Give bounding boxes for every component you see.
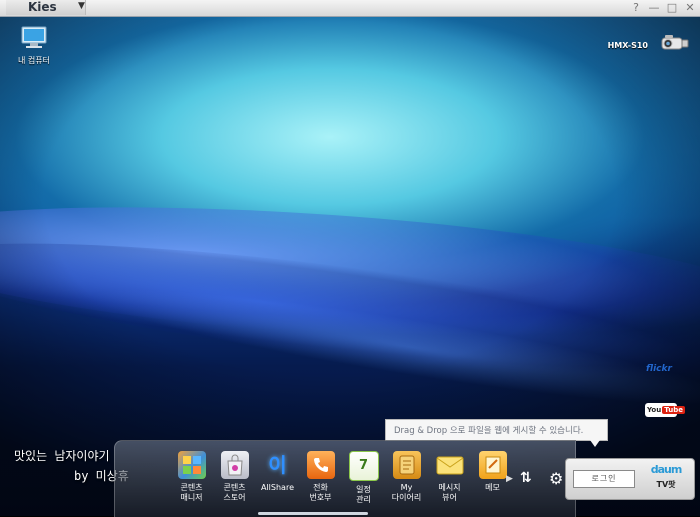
- flickr-icon[interactable]: flickr: [646, 364, 672, 374]
- dock-item-phonebook[interactable]: 전화 번호부: [299, 451, 342, 505]
- dock-item-content-manager[interactable]: 콘텐츠 매니저: [170, 451, 213, 505]
- dock-item-my-diary[interactable]: My 다이어리: [385, 451, 428, 505]
- flickr-label: flickr: [646, 364, 672, 374]
- allshare-glyph: 이: [268, 453, 287, 477]
- tooltip-tail: [590, 440, 600, 447]
- watermark-line-1: 맛있는 남자이야기: [14, 449, 110, 463]
- dock-items: 콘텐츠 매니저 콘텐츠 스토어 이 AllShare 전화 번호부 7 일정 관…: [170, 451, 514, 505]
- dock-item-label: 뷰어: [442, 493, 457, 502]
- envelope-icon: [436, 451, 464, 479]
- window-controls: ? — □ ✕: [630, 0, 696, 15]
- phone-icon: [306, 451, 335, 479]
- minimize-icon[interactable]: —: [648, 0, 660, 15]
- transfer-icon[interactable]: ⇅: [520, 470, 532, 486]
- computer-icon: [20, 25, 48, 49]
- dock-item-message-viewer[interactable]: 메시지 뷰어: [428, 451, 471, 505]
- dock-item-label: 콘텐츠: [223, 483, 246, 492]
- dock-item-label: 관리: [356, 495, 371, 504]
- dock-item-label: 스토어: [223, 493, 246, 502]
- allshare-icon: 이: [264, 451, 292, 479]
- my-computer-label: 내 컴퓨터: [18, 56, 50, 65]
- store-bag-icon: [220, 451, 249, 479]
- daum-tvpot-shortcut[interactable]: daum TV팟: [646, 463, 686, 490]
- dock-item-allshare[interactable]: 이 AllShare: [256, 451, 299, 505]
- dock-item-label: 메시지: [438, 483, 461, 492]
- dock-item-label: 전화: [313, 483, 328, 492]
- dock-item-label: 다이어리: [391, 493, 422, 502]
- tvpot-label: TV팟: [656, 480, 676, 489]
- dock-item-content-store[interactable]: 콘텐츠 스토어: [213, 451, 256, 505]
- dock-scrollbar[interactable]: [258, 512, 368, 515]
- dock-item-label: 메모: [485, 483, 500, 492]
- camcorder-icon: [656, 34, 690, 56]
- memo-icon: [478, 451, 507, 479]
- help-icon[interactable]: ?: [630, 0, 642, 15]
- dock-item-label: 번호부: [309, 493, 332, 502]
- maximize-icon[interactable]: □: [666, 0, 678, 15]
- dock-item-label: My: [400, 483, 413, 492]
- connected-device[interactable]: HMX-S10: [608, 34, 690, 56]
- calendar-icon: 7: [348, 451, 379, 481]
- dock-item-label: AllShare: [260, 483, 294, 492]
- diary-icon: [392, 451, 421, 479]
- close-icon[interactable]: ✕: [684, 0, 696, 15]
- gear-icon[interactable]: ⚙: [549, 469, 563, 488]
- app-title: Kies: [6, 0, 86, 15]
- login-button[interactable]: 로그인: [573, 470, 635, 488]
- app-menu-dropdown-icon[interactable]: ▼: [78, 1, 85, 11]
- dock-item-schedule[interactable]: 7 일정 관리: [342, 451, 385, 505]
- dock-item-label: 콘텐츠: [180, 483, 203, 492]
- youtube-icon[interactable]: You Tube: [645, 403, 685, 417]
- calendar-day: 7: [358, 458, 369, 473]
- dock-item-label: 매니저: [180, 493, 203, 502]
- daum-logo-icon: daum: [650, 463, 683, 476]
- drag-drop-tooltip: Drag & Drop 으로 파일을 웹에 게시할 수 있습니다.: [385, 419, 608, 441]
- title-bar: Kies ▼ ? — □ ✕: [0, 0, 700, 17]
- device-name: HMX-S10: [607, 40, 648, 50]
- dock-item-label: 일정: [356, 485, 371, 494]
- my-computer-shortcut[interactable]: 내 컴퓨터: [10, 25, 58, 66]
- dock-more-arrow-icon[interactable]: ▶: [506, 474, 513, 484]
- content-manager-icon: [177, 451, 206, 479]
- youtube-label-left: You: [647, 406, 662, 414]
- youtube-label-right: Tube: [662, 406, 685, 414]
